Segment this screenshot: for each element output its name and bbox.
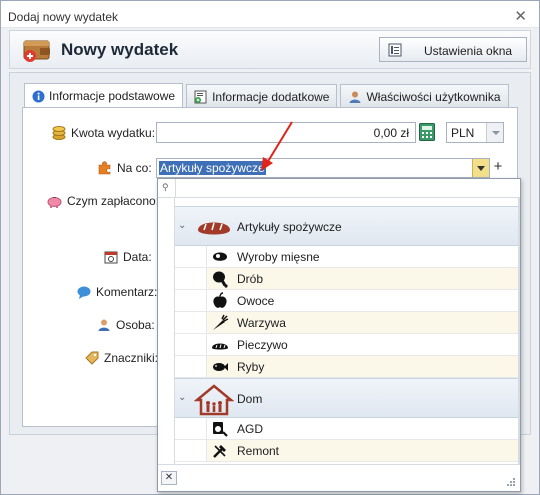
dialog-window: Dodaj nowy wydatek ✕ Nowy wydatek Ustawi…	[0, 0, 540, 495]
bread-icon	[198, 222, 230, 235]
piggy-bank-icon	[47, 196, 62, 208]
comment-label: Komentarz:	[96, 285, 158, 299]
dropdown-filter-row[interactable]: ⚲	[158, 179, 520, 198]
date-label: Data:	[123, 250, 152, 264]
amount-field-label-group: Kwota wydatku:	[52, 125, 155, 140]
tag-icon	[85, 351, 99, 365]
resize-grip-icon[interactable]	[506, 477, 516, 487]
list-item[interactable]: Ryby	[175, 356, 520, 378]
tab-basic-info[interactable]: Informacje podstawowe	[24, 83, 184, 108]
tools-icon	[213, 445, 226, 458]
dialog-title: Nowy wydatek	[61, 40, 179, 59]
tab-strip: Informacje podstawowe Informacje dodatko…	[24, 83, 512, 108]
list-item-label: AGD	[237, 422, 264, 436]
list-item-label: Drób	[237, 272, 264, 286]
annotation-arrow-icon	[261, 121, 293, 171]
date-field-label-group: Data:	[104, 250, 152, 264]
list-item-label: Warzywa	[237, 316, 286, 330]
tab-additional-info-label: Informacje dodatkowe	[212, 89, 330, 104]
list-item-label: Pieczywo	[237, 338, 288, 352]
chevron-down-icon[interactable]	[472, 159, 489, 177]
category-field-label-group: Na co:	[98, 161, 152, 175]
chevron-down-icon[interactable]	[486, 123, 503, 142]
tab-user-properties-label: Właściwości użytkownika	[366, 89, 501, 104]
window-settings-label: Ustawienia okna	[424, 44, 513, 58]
window-title: Dodaj nowy wydatek	[8, 10, 119, 24]
settings-window-icon	[388, 43, 402, 57]
vertical-scrollbar[interactable]	[518, 198, 520, 466]
meat-icon	[213, 252, 227, 261]
form-add-icon	[194, 90, 207, 103]
filter-divider	[175, 179, 176, 198]
list-item[interactable]: Wyroby mięsne	[175, 246, 520, 268]
tree-group-row[interactable]: ⌄ Artykuły spożywcze	[175, 206, 520, 246]
list-item[interactable]: AGD	[175, 418, 520, 440]
list-item-label: Remont	[237, 444, 280, 458]
coins-icon	[52, 126, 66, 140]
category-label: Na co:	[117, 161, 152, 175]
close-icon[interactable]: ✕	[514, 7, 527, 25]
list-item-label: Wyroby mięsne	[237, 250, 320, 264]
calculator-icon[interactable]	[419, 123, 435, 141]
tab-user-properties[interactable]: Właściwości użytkownika	[340, 84, 509, 108]
list-item[interactable]: Pieczywo	[175, 334, 520, 356]
payment-field-label-group: Czym zapłacono:	[47, 194, 159, 208]
person-label: Osoba:	[116, 318, 155, 332]
category-combobox[interactable]: Artykuły spożywcze	[156, 158, 490, 178]
amount-label: Kwota wydatku:	[71, 125, 156, 140]
dropdown-footer: ✕	[158, 464, 520, 491]
appliance-icon	[213, 422, 228, 437]
row-indicator-column	[158, 198, 175, 466]
pin-icon[interactable]: ⚲	[162, 182, 169, 193]
currency-select[interactable]: PLN	[446, 122, 504, 143]
list-item-label: Owoce	[237, 294, 275, 308]
title-bar[interactable]: Dodaj nowy wydatek ✕	[1, 1, 539, 28]
fish-icon	[213, 363, 228, 371]
currency-value: PLN	[451, 126, 475, 140]
tags-label: Znaczniki:	[104, 351, 159, 365]
collapse-chevron-icon[interactable]: ⌄	[178, 392, 186, 403]
user-icon	[349, 91, 361, 103]
wallet-icon	[23, 40, 50, 62]
comment-field-label-group: Komentarz:	[77, 285, 157, 299]
info-icon	[32, 90, 45, 102]
puzzle-icon	[98, 161, 111, 175]
calendar-icon	[104, 251, 118, 264]
person-field-label-group: Osoba:	[97, 318, 155, 332]
tree-group-row[interactable]: ⌄ Dom	[175, 378, 520, 418]
tab-additional-info[interactable]: Informacje dodatkowe	[186, 84, 338, 108]
category-selected-value[interactable]: Artykuły spożywcze	[159, 161, 266, 175]
dialog-header: Nowy wydatek Ustawienia okna	[9, 30, 531, 69]
category-dropdown-popup: ⚲ ⌄ Artykuły spożywcze Wyroby mięsne Dró…	[157, 178, 521, 492]
list-item-label: Ryby	[237, 360, 265, 374]
list-item[interactable]: Drób	[175, 268, 520, 290]
carrot-icon	[213, 314, 229, 330]
apple-icon	[213, 292, 227, 308]
list-item[interactable]: Warzywa	[175, 312, 520, 334]
payment-label: Czym zapłacono:	[67, 194, 160, 208]
list-item[interactable]: Remont	[175, 440, 520, 462]
tags-field-label-group: Znaczniki:	[85, 351, 158, 365]
collapse-chevron-icon[interactable]: ⌄	[178, 220, 186, 231]
group-label: Dom	[237, 392, 263, 406]
clear-selection-button[interactable]: ✕	[161, 471, 177, 485]
add-category-button[interactable]: +	[491, 159, 505, 176]
bread-loaf-icon	[212, 343, 228, 350]
house-family-icon	[194, 384, 234, 416]
window-settings-button[interactable]: Ustawienia okna	[379, 37, 527, 62]
speech-bubble-icon	[77, 286, 91, 299]
group-label: Artykuły spożywcze	[237, 220, 342, 234]
tab-basic-info-label: Informacje podstawowe	[49, 89, 176, 103]
list-item[interactable]: Owoce	[175, 290, 520, 312]
drumstick-icon	[213, 271, 228, 288]
person-icon	[98, 319, 110, 331]
